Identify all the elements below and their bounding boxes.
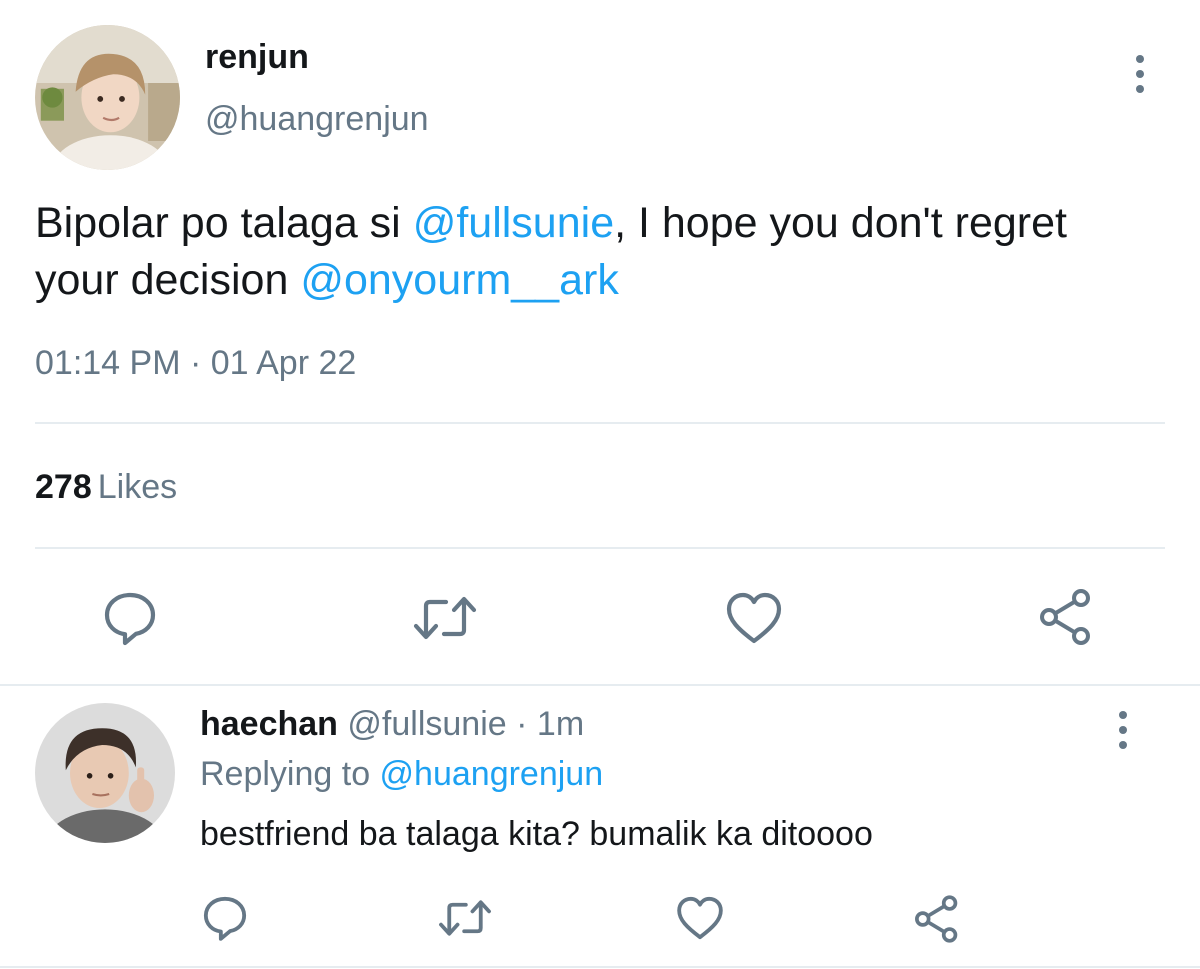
divider xyxy=(0,966,1200,968)
more-vertical-icon xyxy=(1136,55,1144,63)
mention-link[interactable]: @onyourm__ark xyxy=(300,256,619,304)
renjun-avatar-photo xyxy=(35,25,180,170)
likes-stat[interactable]: 278 Likes xyxy=(35,468,177,507)
reply-time[interactable]: 1m xyxy=(537,705,584,743)
reply-button[interactable] xyxy=(100,588,160,648)
likes-count: 278 xyxy=(35,468,92,506)
divider xyxy=(35,547,1165,549)
reply-more-button[interactable] xyxy=(1117,711,1129,749)
share-icon xyxy=(1040,589,1090,645)
retweet-icon xyxy=(413,596,477,640)
retweet-button[interactable] xyxy=(410,588,480,648)
reply-icon xyxy=(104,592,156,646)
retweet-icon xyxy=(439,900,491,936)
reply-reply-button[interactable] xyxy=(200,893,250,943)
likes-label: Likes xyxy=(97,468,178,506)
reply-like-button[interactable] xyxy=(675,893,725,943)
divider xyxy=(0,684,1200,686)
like-button[interactable] xyxy=(724,588,784,648)
tweet-author-name[interactable]: renjun xyxy=(205,38,309,77)
main-avatar[interactable] xyxy=(35,25,180,170)
tweet-author-handle[interactable]: @huangrenjun xyxy=(205,100,429,139)
replying-to: Replying to @huangrenjun xyxy=(200,755,603,794)
reply-share-button[interactable] xyxy=(911,893,963,945)
reply-separator: · xyxy=(516,705,528,743)
reply-author-name[interactable]: haechan xyxy=(200,705,338,743)
divider xyxy=(35,422,1165,424)
haechan-avatar-photo xyxy=(35,703,175,843)
reply-author-handle[interactable]: @fullsunie xyxy=(347,705,506,743)
mention-link[interactable]: @fullsunie xyxy=(413,199,614,247)
more-vertical-icon xyxy=(1119,711,1127,719)
replying-handle-link[interactable]: @huangrenjun xyxy=(380,755,604,793)
reply-header: haechan @fullsunie · 1m xyxy=(200,705,584,744)
heart-icon xyxy=(677,896,723,940)
reply-avatar[interactable] xyxy=(35,703,175,843)
reply-text: bestfriend ba talaga kita? bumalik ka di… xyxy=(200,815,873,853)
reply-icon xyxy=(203,896,247,941)
tweet-text: Bipolar po talaga si @fullsunie, I hope … xyxy=(35,195,1155,309)
share-icon xyxy=(915,895,958,943)
tweet-timestamp[interactable]: 01:14 PM · 01 Apr 22 xyxy=(35,344,356,383)
tweet-text-part: Bipolar po talaga si xyxy=(35,199,413,247)
replying-prefix: Replying to xyxy=(200,755,380,793)
tweet-more-button[interactable] xyxy=(1134,55,1146,93)
share-button[interactable] xyxy=(1035,586,1097,648)
reply-retweet-button[interactable] xyxy=(436,893,494,943)
heart-icon xyxy=(726,592,782,644)
